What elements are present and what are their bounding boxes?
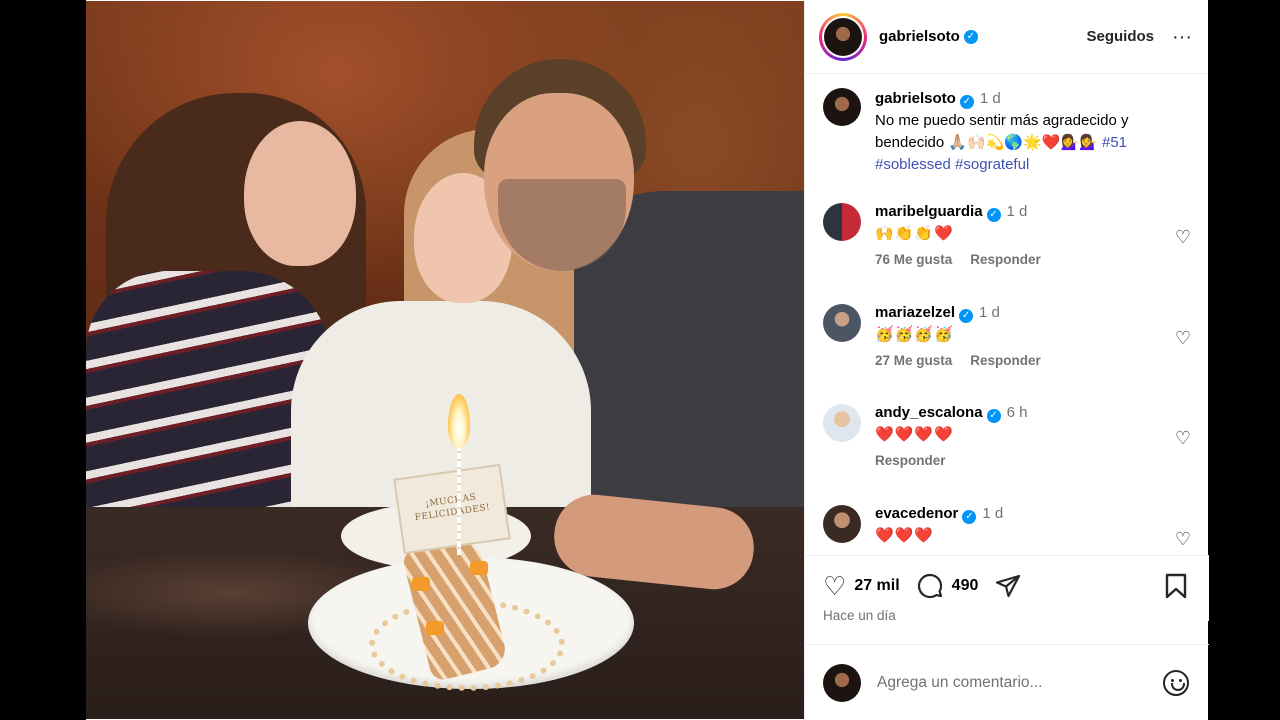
caption-time: 1 d (979, 90, 1001, 107)
comment-likes[interactable]: 27 Me gusta (875, 353, 952, 368)
comment-input[interactable] (877, 673, 1163, 692)
like-heart-icon[interactable]: ♡ (823, 573, 846, 599)
post-side-panel: gabrielsoto ✓ Seguidos ··· gabrielsoto ✓ 1… (804, 0, 1209, 720)
comment-time: 1 d (1006, 203, 1028, 220)
orange-garnish (470, 561, 488, 575)
action-bar: ♡ 27 mil 490 Hace un día (805, 555, 1209, 623)
post-photo[interactable]: ¡MUCHAS FELICIDADES! (86, 1, 804, 719)
comment-item: andy_escalona ✓ 6 h ❤️❤️❤️❤️ Responder ♡ (823, 404, 1195, 468)
avatar (823, 663, 861, 702)
comment-username[interactable]: andy_escalona (875, 404, 983, 421)
comment-like-heart-icon[interactable]: ♡ (1175, 529, 1191, 550)
emoji-icon[interactable] (1163, 669, 1189, 696)
caption-text: No me puedo sentir más agradecido y bend… (875, 112, 1129, 151)
avatar (824, 17, 862, 56)
comment-likes[interactable]: 76 Me gusta (875, 252, 952, 267)
story-ring[interactable] (819, 12, 867, 61)
comment-username[interactable]: maribelguardia (875, 203, 983, 220)
comment-time: 1 d (982, 505, 1004, 522)
comment-username[interactable]: mariazelzel (875, 304, 955, 321)
comment-like-heart-icon[interactable]: ♡ (1175, 428, 1191, 449)
reply-button[interactable]: Responder (970, 353, 1041, 368)
post-header: gabrielsoto ✓ Seguidos ··· (805, 0, 1208, 74)
caption-username[interactable]: gabrielsoto (875, 90, 956, 107)
comment-like-heart-icon[interactable]: ♡ (1175, 227, 1191, 248)
header-username[interactable]: gabrielsoto (879, 28, 960, 45)
comment-item: maribelguardia ✓ 1 d 🙌👏👏❤️ 76 Me gusta Resp… (823, 203, 1195, 267)
like-count[interactable]: 27 mil (854, 577, 899, 595)
avatar[interactable] (823, 203, 861, 241)
verified-badge-icon: ✓ (962, 510, 977, 524)
avatar[interactable] (823, 88, 861, 126)
birthday-candle (457, 445, 461, 555)
add-comment-bar (805, 644, 1209, 720)
orange-garnish (426, 621, 444, 635)
avatar[interactable] (823, 304, 861, 342)
congrats-card: ¡MUCHAS FELICIDADES! (393, 463, 511, 555)
comment-text: ❤️❤️❤️ (875, 527, 935, 544)
post-caption: gabrielsoto ✓ 1 d No me puedo sentir más a… (823, 88, 1183, 176)
post-date: Hace un día (823, 608, 896, 623)
instagram-post: ¡MUCHAS FELICIDADES! gabrielsoto ✓ Segui… (86, 0, 1209, 720)
girl-left-face (244, 121, 356, 266)
comment-text: 🥳🥳🥳🥳 (875, 326, 954, 343)
comment-count[interactable]: 490 (952, 577, 979, 595)
verified-badge-icon: ✓ (986, 208, 1001, 222)
comment-item: evacedenor ✓ 1 d ❤️❤️❤️ ♡ (823, 505, 1195, 549)
reply-button[interactable]: Responder (970, 252, 1041, 267)
verified-badge-icon: ✓ (963, 29, 978, 44)
reply-button[interactable]: Responder (875, 453, 946, 468)
comment-time: 1 d (979, 304, 1000, 321)
comment-text: 🙌👏👏❤️ (875, 225, 954, 242)
comment-time: 6 h (1006, 404, 1028, 421)
comment-bubble-icon[interactable] (916, 572, 944, 600)
avatar[interactable] (823, 404, 861, 442)
verified-badge-icon: ✓ (959, 95, 974, 109)
share-paper-plane-icon[interactable] (994, 572, 1022, 600)
avatar[interactable] (823, 505, 861, 543)
comment-item: mariazelzel ✓ 1 d 🥳🥳🥳🥳 27 Me gusta Responde… (823, 304, 1195, 368)
comment-username[interactable]: evacedenor (875, 505, 958, 522)
verified-badge-icon: ✓ (959, 309, 974, 323)
comment-like-heart-icon[interactable]: ♡ (1175, 328, 1191, 349)
save-bookmark-icon[interactable] (1163, 572, 1189, 600)
verified-badge-icon: ✓ (986, 409, 1001, 423)
orange-garnish (412, 577, 430, 591)
more-options-icon[interactable]: ··· (1172, 27, 1192, 47)
comment-text: ❤️❤️❤️❤️ (875, 426, 954, 443)
following-button[interactable]: Seguidos (1087, 28, 1155, 45)
